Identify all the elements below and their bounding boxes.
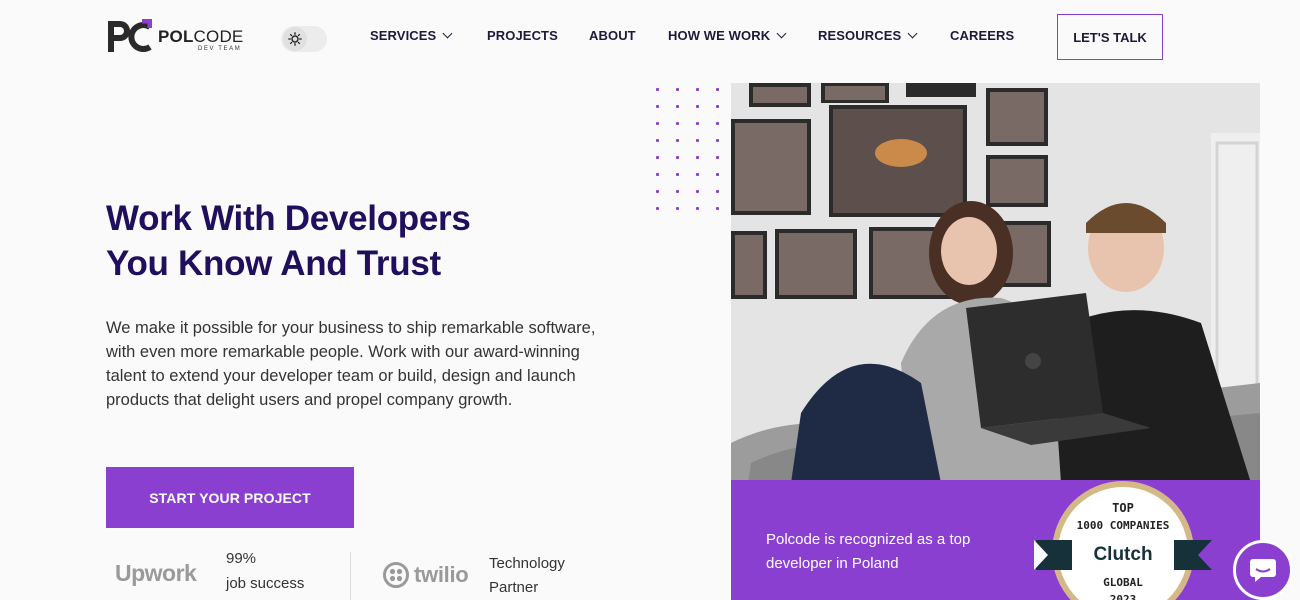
dot — [716, 105, 719, 108]
chat-icon — [1250, 559, 1276, 582]
dot — [716, 139, 719, 142]
dot — [716, 156, 719, 159]
dot — [656, 173, 659, 176]
dot — [656, 156, 659, 159]
logo-name-light: CODE — [193, 27, 244, 46]
dot — [696, 156, 699, 159]
dot — [716, 122, 719, 125]
nav-projects[interactable]: PROJECTS — [487, 28, 558, 43]
dot — [656, 207, 659, 210]
theme-toggle[interactable] — [281, 26, 327, 52]
clutch-logo: Clutch — [1072, 540, 1174, 570]
twilio-line-1: Technology — [489, 555, 565, 572]
clutch-ribbon-tail-right — [1198, 540, 1212, 570]
site-header: POLCODE DEV TEAM SERVICES PROJECTS ABOUT… — [0, 0, 1300, 72]
dot — [696, 122, 699, 125]
twilio-icon — [383, 562, 409, 588]
upwork-stat-label: job success — [226, 575, 305, 592]
nav-services[interactable]: SERVICES — [370, 28, 453, 43]
dot — [656, 122, 659, 125]
logo-mark-icon — [108, 19, 152, 52]
clutch-ribbon-tail-left — [1034, 540, 1048, 570]
dot — [676, 190, 679, 193]
nav-services-label: SERVICES — [370, 28, 437, 43]
dot — [676, 105, 679, 108]
clutch-year-label: 2023 — [1109, 593, 1137, 600]
dot — [716, 88, 719, 91]
polcode-logo[interactable]: POLCODE DEV TEAM — [106, 19, 256, 55]
twilio-logo: twilio — [414, 562, 469, 587]
hero-title-line-2: You Know And Trust — [106, 244, 441, 283]
dot — [676, 122, 679, 125]
nav-how-we-work-label: HOW WE WORK — [668, 28, 771, 43]
chevron-down-icon — [776, 28, 787, 39]
nav-how-we-work[interactable]: HOW WE WORK — [668, 28, 787, 43]
dot — [676, 88, 679, 91]
chevron-down-icon — [907, 28, 918, 39]
hero-title-line-1: Work With Developers — [106, 199, 471, 238]
clutch-companies-label: 1000 COMPANIES — [1076, 519, 1170, 532]
nav-about[interactable]: ABOUT — [589, 28, 636, 43]
logo-wordmark: POLCODE — [158, 27, 243, 47]
dot — [696, 207, 699, 210]
dot — [696, 105, 699, 108]
recognition-text: Polcode is recognized as a top developer… — [766, 531, 971, 572]
chevron-down-icon — [442, 28, 453, 39]
nav-resources[interactable]: RESOURCES — [818, 28, 918, 43]
upwork-stat: 99% — [226, 550, 257, 567]
hero-description: We make it possible for your business to… — [106, 319, 596, 409]
dot — [716, 207, 719, 210]
dot — [716, 173, 719, 176]
clutch-global-label: GLOBAL — [1103, 576, 1143, 589]
dot — [696, 173, 699, 176]
dot — [676, 173, 679, 176]
upwork-logo: Upwork — [115, 560, 197, 586]
twilio-badge: twilio — [383, 562, 469, 588]
dot — [656, 88, 659, 91]
logo-subtitle: DEV TEAM — [198, 46, 242, 52]
dot — [656, 139, 659, 142]
lets-talk-button[interactable]: LET'S TALK — [1057, 14, 1163, 60]
chat-button[interactable] — [1233, 540, 1293, 600]
dot — [676, 139, 679, 142]
logo-name-bold: POL — [158, 27, 194, 46]
dot — [676, 156, 679, 159]
nav-projects-label: PROJECTS — [487, 28, 558, 43]
clutch-top-label: TOP — [1112, 501, 1134, 515]
nav-resources-label: RESOURCES — [818, 28, 902, 43]
badge-divider — [350, 552, 351, 600]
nav-careers[interactable]: CAREERS — [950, 28, 1014, 43]
dot — [656, 190, 659, 193]
dot — [656, 105, 659, 108]
dot — [676, 207, 679, 210]
twilio-line-2: Partner — [489, 579, 539, 596]
nav-about-label: ABOUT — [589, 28, 636, 43]
sun-icon — [283, 27, 307, 51]
start-project-button[interactable]: START YOUR PROJECT — [106, 467, 354, 528]
dot — [696, 88, 699, 91]
hero-title: Work With Developers You Know And Trust — [106, 196, 471, 286]
dot — [696, 190, 699, 193]
dot — [696, 139, 699, 142]
nav-careers-label: CAREERS — [950, 28, 1015, 43]
dot — [716, 190, 719, 193]
